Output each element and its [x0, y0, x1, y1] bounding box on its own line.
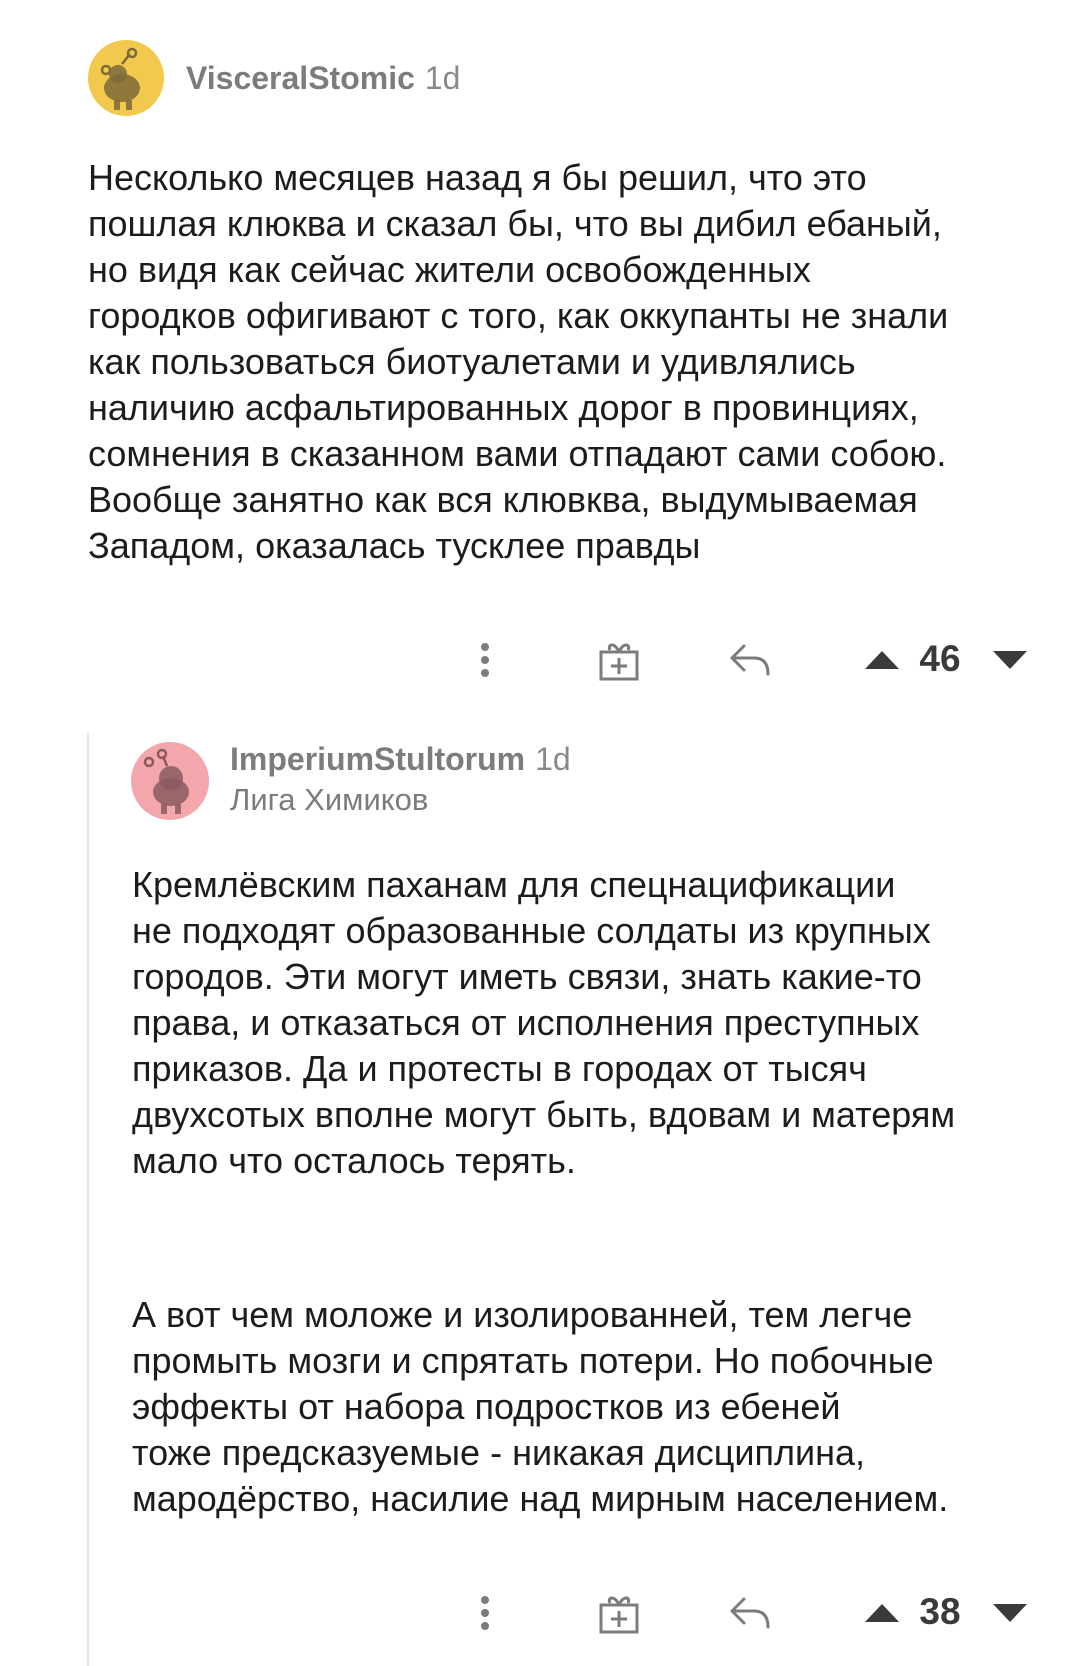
give-award-button[interactable]	[594, 630, 644, 690]
comment-line: Западом, оказалась тусклее правды	[88, 525, 701, 566]
downvote-icon	[993, 651, 1027, 669]
more-options-button[interactable]	[465, 1583, 505, 1643]
comment-paragraph: А вот чем моложе и изолированней, тем ле…	[132, 1292, 948, 1522]
comment-actions: 38	[0, 1583, 1078, 1643]
snoo-avatar-icon	[131, 742, 209, 820]
comment-line: городов. Эти могут иметь связи, знать ка…	[132, 956, 922, 997]
comment-username[interactable]: VisceralStomic 1d	[186, 60, 460, 97]
comment-line: пошлая клюква и сказал бы, что вы дибил …	[88, 203, 942, 244]
reply-icon	[730, 1597, 770, 1629]
upvote-icon	[865, 1604, 899, 1622]
user-flair: Лига Химиков	[230, 782, 429, 817]
username-text[interactable]: ImperiumStultorum	[230, 741, 525, 777]
username-text[interactable]: VisceralStomic	[186, 60, 415, 96]
comment-line: мало что осталось терять.	[132, 1140, 576, 1181]
comment-line: как пользоваться биотуалетами и удивляли…	[88, 341, 856, 382]
comment-line: сомнения в сказанном вами отпадают сами …	[88, 433, 947, 474]
snoo-avatar-icon	[88, 40, 164, 116]
more-options-button[interactable]	[465, 630, 505, 690]
comment-line: Вообще занятно как вся клювква, выдумыва…	[88, 479, 918, 520]
downvote-button[interactable]	[988, 630, 1032, 690]
avatar-visceralstomic[interactable]	[88, 40, 164, 116]
give-award-button[interactable]	[594, 1583, 644, 1643]
upvote-button[interactable]	[860, 1583, 904, 1643]
gift-award-icon	[599, 1596, 639, 1634]
thread-line[interactable]	[87, 732, 89, 1666]
comment-actions: 46	[0, 630, 1078, 690]
comment-paragraph: Кремлёвским паханам для спецнацификации …	[132, 862, 955, 1184]
comment-line: мародёрство, насилие над мирным населени…	[132, 1478, 949, 1519]
reply-button[interactable]	[725, 630, 775, 690]
downvote-button[interactable]	[988, 1583, 1032, 1643]
gift-award-icon	[599, 643, 639, 681]
comment-body: А вот чем моложе и изолированней, тем ле…	[132, 1292, 948, 1522]
comment-age: 1d	[535, 741, 571, 777]
more-icon	[481, 1596, 489, 1630]
comment-line: двухсотых вполне могут быть, вдовам и ма…	[132, 1094, 956, 1135]
downvote-icon	[993, 1604, 1027, 1622]
comment-line: городков офигивают с того, как оккупанты…	[88, 295, 949, 336]
more-icon	[481, 643, 489, 677]
comment-line: Несколько месяцев назад я бы решил, что …	[88, 157, 867, 198]
comment-body: Кремлёвским паханам для спецнацификации …	[132, 862, 955, 1184]
reply-button[interactable]	[725, 1583, 775, 1643]
reply-icon	[730, 644, 770, 676]
comment-paragraph: Несколько месяцев назад я бы решил, что …	[88, 155, 948, 569]
comment-age: 1d	[424, 60, 461, 96]
comment-line: тоже предсказуемые - никакая дисциплина,	[132, 1432, 866, 1473]
comment-line: наличию асфальтированных дорог в провинц…	[88, 387, 919, 428]
upvote-icon	[865, 651, 899, 669]
comment-username[interactable]: ImperiumStultorum 1d	[230, 741, 571, 778]
upvote-button[interactable]	[860, 630, 904, 690]
avatar-imperiumstultorum[interactable]	[131, 742, 209, 820]
comment-line: промыть мозги и спрятать потери. Но побо…	[132, 1340, 934, 1381]
comment-body: Несколько месяцев назад я бы решил, что …	[88, 155, 948, 569]
vote-score: 38	[919, 1591, 961, 1632]
comment-line: но видя как сейчас жители освобожденных	[88, 249, 811, 290]
comment-line: приказов. Да и протесты в городах от тыс…	[132, 1048, 867, 1089]
comment-line: права, и отказаться от исполнения престу…	[132, 1002, 920, 1043]
comment-line: не подходят образованные солдаты из круп…	[132, 910, 931, 951]
comment-line: Кремлёвским паханам для спецнацификации	[132, 864, 896, 905]
comment-line: А вот чем моложе и изолированней, тем ле…	[132, 1294, 913, 1335]
comment-line: эффекты от набора подростков из ебеней	[132, 1386, 841, 1427]
vote-score: 46	[919, 638, 961, 679]
